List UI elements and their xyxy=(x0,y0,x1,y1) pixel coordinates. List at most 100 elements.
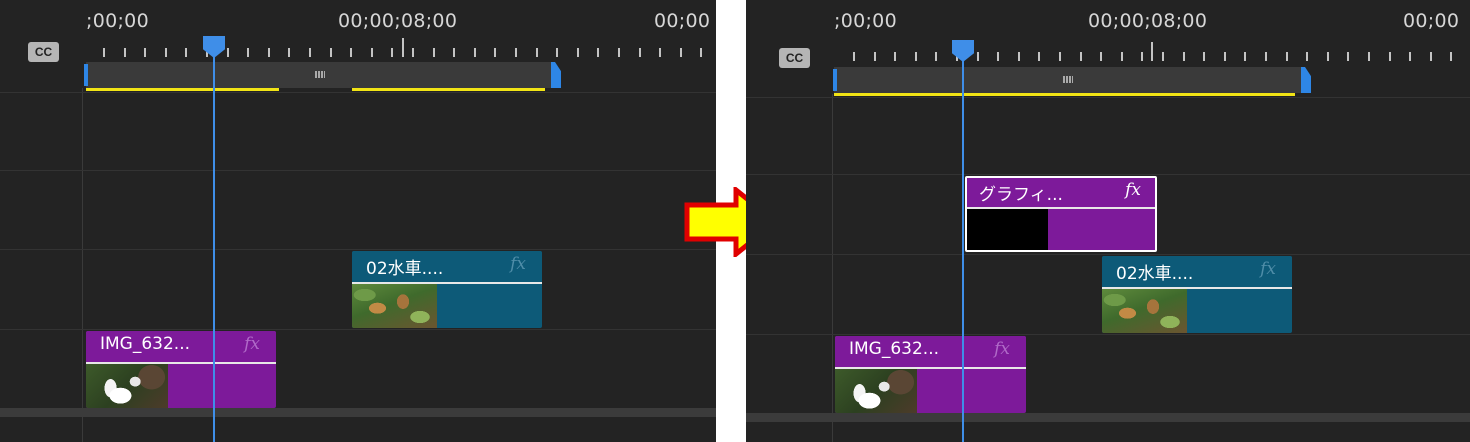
clip-graphic-selected[interactable]: グラフィ... fx xyxy=(965,176,1157,252)
clip-02-suisha[interactable]: 02水車.... fx xyxy=(1102,256,1292,333)
ruler-tick xyxy=(597,48,599,57)
ruler-tick xyxy=(494,48,496,57)
ruler-tick xyxy=(977,52,979,61)
ruler-tick xyxy=(1100,52,1102,61)
ruler-tick xyxy=(639,48,641,57)
ruler-tick xyxy=(680,48,682,57)
fx-icon[interactable]: fx xyxy=(244,334,260,354)
ruler-tick xyxy=(1121,52,1123,61)
ruler-tick xyxy=(1306,52,1308,61)
fx-icon[interactable]: fx xyxy=(1125,180,1141,200)
audio-track-separator xyxy=(0,408,716,417)
ruler-tick xyxy=(350,48,352,57)
work-area-in-marker[interactable] xyxy=(84,64,88,86)
track-divider xyxy=(0,170,716,171)
ruler-tick xyxy=(391,48,393,57)
ruler-tick xyxy=(1327,52,1329,61)
fx-icon[interactable]: fx xyxy=(510,254,526,274)
clip-header: IMG_632... fx xyxy=(835,336,1026,367)
ruler-tick xyxy=(1430,52,1432,61)
ruler-tick xyxy=(1059,52,1061,61)
clip-img-632[interactable]: IMG_632... fx xyxy=(86,331,276,408)
clip-thumbnail xyxy=(1102,289,1187,333)
fx-icon[interactable]: fx xyxy=(1260,259,1276,279)
ruler-tick xyxy=(1203,52,1205,61)
clip-name: 02水車.... xyxy=(1116,264,1194,284)
ruler-tick xyxy=(288,48,290,57)
playhead-line xyxy=(213,40,215,442)
ruler-tick xyxy=(1389,52,1391,61)
clip-thumbnail xyxy=(86,364,168,408)
ruler-tick xyxy=(103,48,105,57)
ruler-tick xyxy=(1450,52,1452,61)
ruler-tick xyxy=(124,48,126,57)
ruler-tick xyxy=(618,48,620,57)
grip-icon[interactable] xyxy=(1063,76,1073,83)
ruler-tick xyxy=(433,48,435,57)
ruler-tick xyxy=(474,48,476,57)
clip-header: IMG_632... fx xyxy=(86,331,276,362)
work-area-in-marker[interactable] xyxy=(833,69,837,91)
work-area-bar[interactable] xyxy=(834,67,1302,93)
track-divider xyxy=(746,334,1470,335)
ruler-tick xyxy=(1038,52,1040,61)
ruler-tick xyxy=(515,48,517,57)
ruler-tick xyxy=(453,48,455,57)
ruler-tick xyxy=(330,48,332,57)
timeline-panel-before: ;00;00 00;00;08;00 00;00 CC 02水車.... fx … xyxy=(0,0,716,442)
timeline-panel-after: ;00;00 00;00;08;00 00;00 CC グラフィ... fx 0… xyxy=(746,0,1470,442)
clip-name: IMG_632... xyxy=(100,334,191,354)
ruler-tick xyxy=(227,48,229,57)
clip-header: グラフィ... fx xyxy=(967,178,1155,207)
time-ruler[interactable] xyxy=(0,0,716,60)
clip-thumbnail xyxy=(835,369,917,413)
ruler-tick xyxy=(700,48,702,57)
clip-thumbnail xyxy=(352,284,437,328)
ruler-tick xyxy=(1141,52,1143,61)
ruler-tick xyxy=(144,48,146,57)
ruler-tick xyxy=(185,48,187,57)
ruler-tick xyxy=(247,48,249,57)
ruler-tick xyxy=(1265,52,1267,61)
ruler-tick xyxy=(853,52,855,61)
track-divider xyxy=(746,174,1470,175)
render-bar xyxy=(834,93,1295,96)
track-header-divider xyxy=(82,88,83,442)
ruler-tick xyxy=(1244,52,1246,61)
clip-img-632[interactable]: IMG_632... fx xyxy=(835,336,1026,413)
ruler-tick xyxy=(577,48,579,57)
ruler-tick xyxy=(1162,52,1164,61)
ruler-tick xyxy=(536,48,538,57)
ruler-tick xyxy=(556,48,558,57)
ruler-tick xyxy=(309,48,311,57)
clip-02-suisha[interactable]: 02水車.... fx xyxy=(352,251,542,328)
fx-icon[interactable]: fx xyxy=(994,339,1010,359)
work-area-bar[interactable] xyxy=(86,62,552,88)
clip-name: グラフィ... xyxy=(979,185,1063,205)
ruler-major-tick xyxy=(1151,42,1153,61)
clip-thumbnail xyxy=(967,209,1048,250)
ruler-tick xyxy=(915,52,917,61)
audio-track-separator xyxy=(746,413,1470,422)
playhead-line xyxy=(962,44,964,442)
ruler-tick xyxy=(412,48,414,57)
grip-icon[interactable] xyxy=(315,71,325,78)
ruler-tick xyxy=(1018,52,1020,61)
ruler-tick xyxy=(165,48,167,57)
ruler-tick xyxy=(1183,52,1185,61)
ruler-tick xyxy=(1080,52,1082,61)
time-ruler[interactable] xyxy=(746,0,1470,64)
work-area-out-marker[interactable] xyxy=(1301,67,1311,93)
ruler-tick xyxy=(268,48,270,57)
work-area-out-marker[interactable] xyxy=(551,62,561,88)
clip-name: IMG_632... xyxy=(849,339,940,359)
render-bar-segment xyxy=(352,88,545,91)
ruler-tick xyxy=(935,52,937,61)
track-divider xyxy=(746,254,1470,255)
ruler-tick xyxy=(1224,52,1226,61)
ruler-tick xyxy=(874,52,876,61)
ruler-tick xyxy=(1409,52,1411,61)
ruler-tick xyxy=(997,52,999,61)
ruler-tick xyxy=(1286,52,1288,61)
ruler-major-tick xyxy=(402,38,404,57)
